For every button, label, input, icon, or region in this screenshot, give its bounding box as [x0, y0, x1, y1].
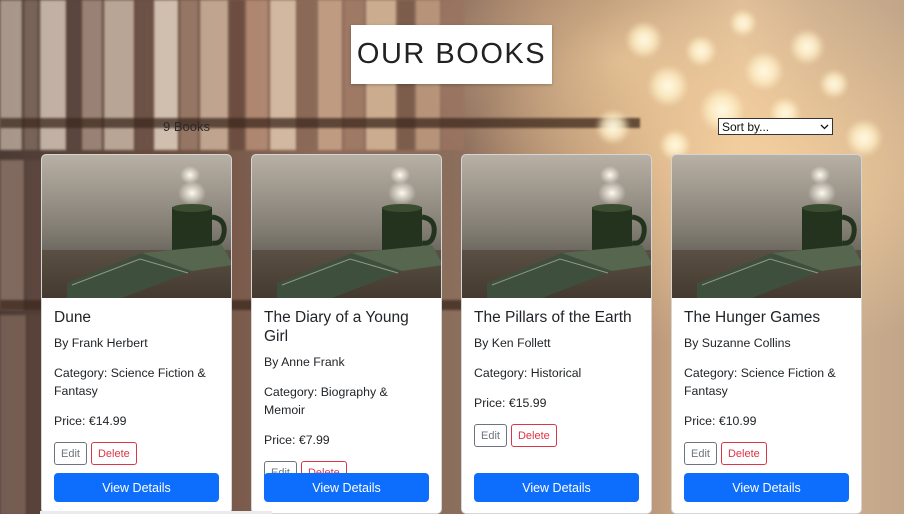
book-category: Category: Science Fiction & Fantasy	[684, 366, 836, 398]
book-card: The Hunger Games By Suzanne Collins Cate…	[671, 154, 862, 514]
book-cover-image	[462, 155, 652, 298]
view-details-button[interactable]: View Details	[54, 473, 219, 502]
chevron-down-icon	[820, 122, 829, 132]
book-card: Dune By Frank Herbert Category: Science …	[41, 154, 232, 514]
delete-button[interactable]: Delete	[90, 442, 137, 465]
sort-select[interactable]: Sort by...	[718, 118, 833, 135]
view-details-button[interactable]: View Details	[264, 473, 429, 502]
book-card: The Diary of a Young Girl By Anne Frank …	[251, 154, 442, 514]
book-price: Price: €15.99	[474, 396, 547, 410]
edit-button[interactable]: Edit	[474, 424, 507, 447]
book-count-label: 9 Books	[163, 119, 210, 134]
page-title-box: OUR BOOKS	[351, 25, 552, 84]
view-details-button[interactable]: View Details	[684, 473, 849, 502]
sort-select-value: Sort by...	[722, 119, 770, 134]
book-author: By Anne Frank	[264, 355, 345, 369]
delete-button[interactable]: Delete	[510, 424, 557, 447]
page-title: OUR BOOKS	[356, 38, 547, 70]
book-author: By Ken Follett	[474, 336, 551, 350]
edit-button[interactable]: Edit	[54, 442, 87, 465]
book-cover-image	[252, 155, 442, 298]
book-author: By Frank Herbert	[54, 336, 148, 350]
edit-button[interactable]: Edit	[684, 442, 717, 465]
book-category: Category: Historical	[474, 366, 582, 380]
book-title: The Pillars of the Earth	[474, 309, 632, 326]
delete-button[interactable]: Delete	[720, 442, 767, 465]
book-cover-image	[42, 155, 232, 298]
book-price: Price: €14.99	[54, 414, 127, 428]
view-details-button[interactable]: View Details	[474, 473, 639, 502]
book-category: Category: Biography & Memoir	[264, 385, 388, 417]
book-title: Dune	[54, 309, 92, 326]
book-card: The Pillars of the Earth By Ken Follett …	[461, 154, 652, 514]
book-category: Category: Science Fiction & Fantasy	[54, 366, 206, 398]
book-price: Price: €7.99	[264, 433, 330, 447]
book-author: By Suzanne Collins	[684, 336, 791, 350]
book-cover-image	[672, 155, 862, 298]
book-title: The Diary of a Young Girl	[264, 309, 409, 345]
book-price: Price: €10.99	[684, 414, 757, 428]
book-title: The Hunger Games	[684, 309, 821, 326]
